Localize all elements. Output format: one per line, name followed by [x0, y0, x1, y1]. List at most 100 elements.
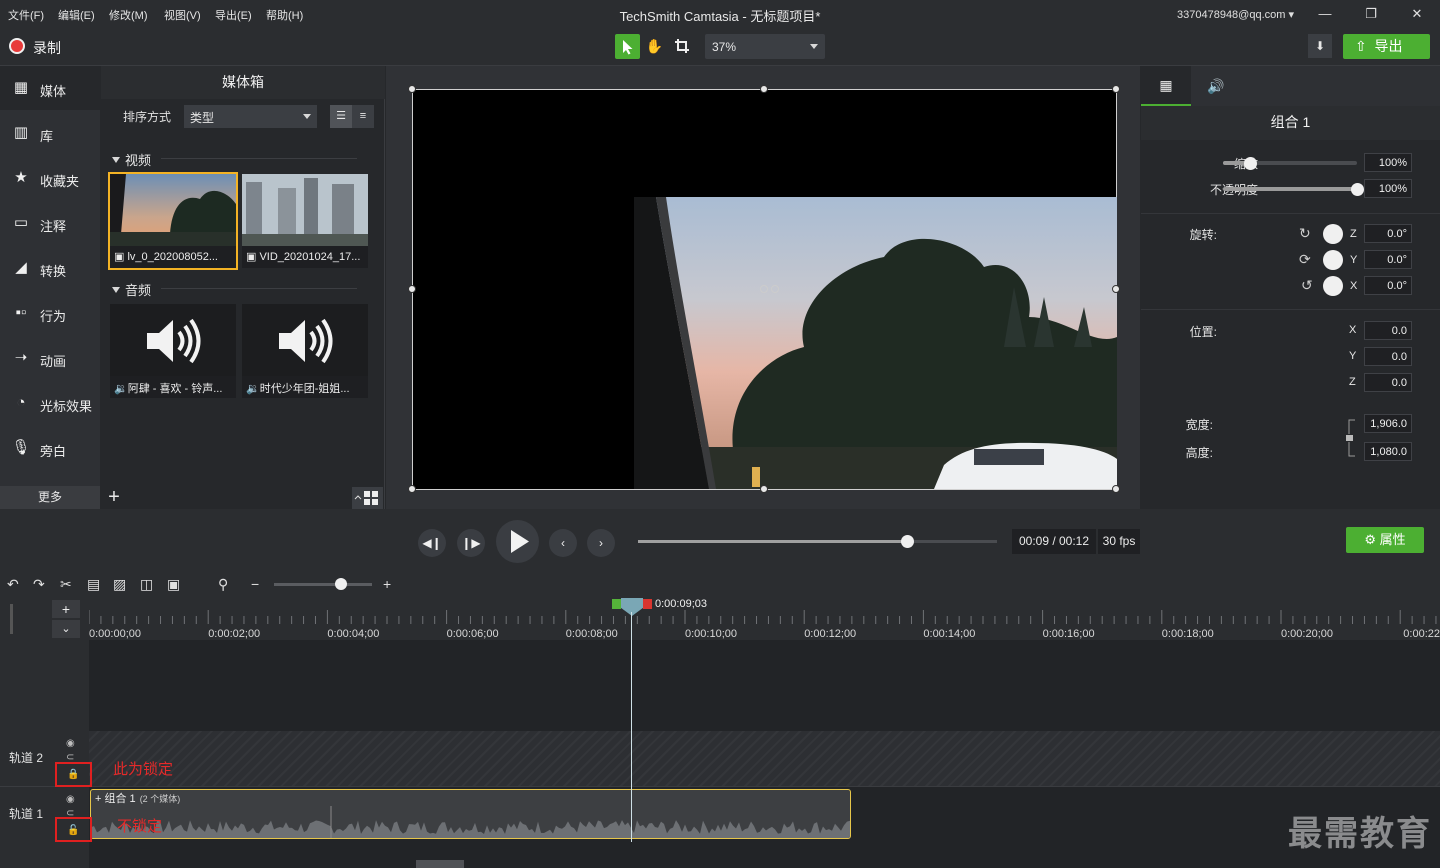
track-1-name[interactable]: 轨道 1 [9, 805, 43, 822]
position-y-field[interactable]: 0.0 [1364, 347, 1412, 366]
resize-handle-tl[interactable] [408, 85, 416, 93]
sidebar-item-cursor-effects[interactable]: ◔ 光标效果 [0, 381, 100, 425]
next-button[interactable]: › [587, 529, 615, 557]
menu-help[interactable]: 帮助(H) [266, 7, 303, 23]
cut-button[interactable]: ✂ [60, 576, 72, 593]
menu-modify[interactable]: 修改(M) [109, 7, 148, 23]
group-clip[interactable]: + 组合 1 (2 个媒体) [90, 789, 851, 839]
eye-icon[interactable]: ◉ [66, 738, 75, 749]
scale-slider-knob[interactable] [1243, 157, 1257, 170]
collapse-tracks-button[interactable]: ⌄ [52, 620, 80, 638]
rotation-x-field[interactable]: 0.0° [1364, 276, 1412, 295]
account-menu[interactable]: 3370478948@qq.com ▾ [1177, 8, 1294, 21]
media-thumb-audio-2[interactable]: 🔉时代少年团-姐姐... [242, 304, 368, 398]
sort-descending-button[interactable]: ≡ [352, 105, 374, 128]
sort-ascending-button[interactable]: ☰ [330, 105, 352, 128]
resize-handle-l[interactable] [408, 285, 416, 293]
zoom-out-button[interactable]: − [251, 576, 259, 592]
sort-select[interactable]: 类型 [184, 105, 317, 128]
position-z-field[interactable]: 0.0 [1364, 373, 1412, 392]
step-back-button[interactable]: ◀❙ [418, 529, 446, 557]
snapshot-button[interactable]: ▣ [167, 576, 180, 593]
opacity-slider-knob[interactable] [1351, 183, 1364, 196]
close-button[interactable]: ✕ [1402, 4, 1432, 24]
aspect-lock-icon[interactable] [1345, 418, 1359, 458]
rotation-z-field[interactable]: 0.0° [1364, 224, 1412, 243]
rotation-y-dial[interactable] [1323, 250, 1343, 270]
scale-field[interactable]: 100% [1364, 153, 1412, 172]
menu-edit[interactable]: 编辑(E) [58, 7, 95, 23]
track-height-slider[interactable] [10, 604, 13, 634]
rotation-y-field[interactable]: 0.0° [1364, 250, 1412, 269]
tab-visual-properties[interactable]: ▦ [1141, 66, 1191, 106]
horizontal-scrollbar[interactable] [416, 860, 464, 868]
rotate-handle[interactable] [771, 285, 779, 293]
menu-file[interactable]: 文件(F) [8, 7, 44, 23]
rotation-z-dial[interactable] [1323, 224, 1343, 244]
export-button[interactable]: ⇧ 导出 [1343, 34, 1430, 59]
pan-tool-button[interactable]: ✋ [642, 34, 667, 59]
timeline-ruler[interactable] [89, 598, 1440, 640]
sidebar-item-voice-narration[interactable]: 🎙 旁白 [0, 426, 100, 470]
resize-handle-br[interactable] [1112, 485, 1120, 493]
resize-handle-r[interactable] [1112, 285, 1120, 293]
playhead-in-marker[interactable] [612, 599, 621, 609]
track-2-lane-locked[interactable] [89, 731, 1440, 786]
sidebar-item-animations[interactable]: ➝ 动画 [0, 336, 100, 380]
media-thumb-video-1[interactable]: ▣ lv_0_202008052... [108, 172, 238, 270]
undo-button[interactable]: ↶ [7, 576, 19, 593]
add-track-button[interactable]: + [52, 600, 80, 618]
redo-button[interactable]: ↷ [33, 576, 45, 593]
position-x-field[interactable]: 0.0 [1364, 321, 1412, 340]
resize-handle-bl[interactable] [408, 485, 416, 493]
menu-view[interactable]: 视图(V) [164, 7, 201, 23]
track-2-name[interactable]: 轨道 2 [9, 749, 43, 766]
media-thumb-video-2[interactable]: ▣ VID_20201024_17... [242, 174, 368, 268]
search-icon[interactable]: ⚲ [218, 576, 228, 593]
rotation-x-dial[interactable] [1323, 276, 1343, 296]
minimize-button[interactable]: — [1310, 4, 1340, 24]
audio-section-header[interactable]: 音频 [112, 280, 151, 299]
eye-icon[interactable]: ◉ [66, 794, 75, 805]
split-button[interactable]: ◫ [140, 576, 153, 593]
maximize-button[interactable]: ❐ [1356, 4, 1386, 24]
timeline-empty-area[interactable] [89, 640, 1440, 731]
video-frame[interactable] [634, 197, 1117, 489]
view-toggle-button[interactable] [352, 487, 383, 509]
zoom-in-button[interactable]: + [383, 576, 391, 592]
media-thumb-audio-1[interactable]: 🔉阿肆 - 喜欢 - 铃声... [110, 304, 236, 398]
zoom-select[interactable]: 37% [705, 34, 825, 59]
sidebar-item-annotations[interactable]: ▭ 注释 [0, 201, 100, 245]
tab-audio-properties[interactable]: 🔊 [1191, 66, 1241, 106]
sidebar-item-media[interactable]: ▦ 媒体 [0, 66, 100, 110]
resize-handle-tr[interactable] [1112, 85, 1120, 93]
scrub-knob[interactable] [901, 535, 915, 548]
download-button[interactable]: ⬇ [1308, 34, 1332, 58]
sidebar-item-transitions[interactable]: ◢ 转换 [0, 246, 100, 290]
paste-button[interactable]: ▨ [113, 576, 126, 593]
video-section-header[interactable]: 视频 [112, 150, 151, 169]
add-media-button[interactable]: + [103, 486, 125, 508]
sidebar-item-label: 旁白 [40, 444, 67, 459]
resize-handle-t[interactable] [760, 85, 768, 93]
menu-export[interactable]: 导出(E) [215, 7, 252, 23]
playhead-out-marker[interactable] [643, 599, 652, 609]
sidebar-item-favorites[interactable]: ★ 收藏夹 [0, 156, 100, 200]
resize-handle-b[interactable] [760, 485, 768, 493]
more-button[interactable]: 更多 [0, 486, 100, 509]
center-handle[interactable] [760, 285, 768, 293]
timeline-zoom-slider[interactable] [274, 583, 372, 586]
crop-tool-button[interactable] [669, 34, 694, 59]
properties-button[interactable]: ⚙ 属性 [1346, 527, 1424, 553]
select-tool-button[interactable] [615, 34, 640, 59]
sidebar-item-behaviors[interactable]: ▪▫ 行为 [0, 291, 100, 335]
copy-button[interactable]: ▤ [87, 576, 100, 593]
step-forward-button[interactable]: ❙▶ [457, 529, 485, 557]
height-field[interactable]: 1,080.0 [1364, 442, 1412, 461]
previous-button[interactable]: ‹ [549, 529, 577, 557]
width-field[interactable]: 1,906.0 [1364, 414, 1412, 433]
sidebar-item-library[interactable]: ▥ 库 [0, 111, 100, 155]
play-button[interactable] [496, 520, 539, 563]
timeline-zoom-knob[interactable] [335, 578, 347, 590]
opacity-field[interactable]: 100% [1364, 179, 1412, 198]
